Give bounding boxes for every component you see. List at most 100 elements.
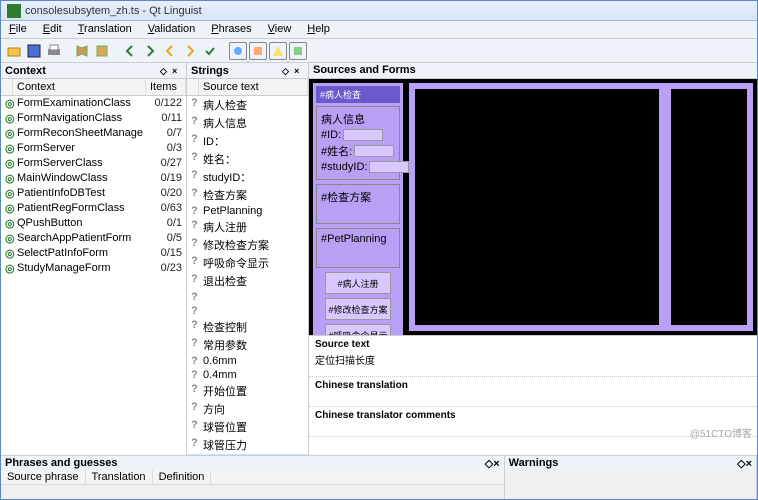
status-icon: ? bbox=[191, 205, 203, 217]
string-text: studyID： bbox=[203, 169, 304, 185]
warnings-title: Warnings bbox=[509, 457, 559, 469]
col-translation[interactable]: Translation bbox=[86, 470, 153, 484]
context-col-name[interactable]: Context bbox=[13, 79, 146, 95]
menu-phrases[interactable]: Phrases bbox=[207, 22, 255, 37]
string-row[interactable]: ?姓名： bbox=[187, 150, 308, 168]
undock-icon[interactable]: ◇ bbox=[160, 66, 170, 76]
status-icon: ◎ bbox=[5, 97, 17, 110]
input-name[interactable] bbox=[354, 145, 394, 157]
strings-list[interactable]: ?病人检查?病人信息?ID：?姓名：?studyID：?检查方案?PetPlan… bbox=[187, 96, 308, 455]
string-row[interactable]: ?修改检查方案 bbox=[187, 236, 308, 254]
string-row[interactable]: ?退出检查 bbox=[187, 272, 308, 290]
string-row[interactable]: ? bbox=[187, 290, 308, 304]
string-row[interactable]: ?studyID： bbox=[187, 168, 308, 186]
next-yellow-icon[interactable] bbox=[181, 42, 199, 60]
menu-file[interactable]: File bbox=[5, 22, 31, 37]
context-row[interactable]: ◎FormNavigationClass0/11 bbox=[1, 111, 186, 126]
col-source-phrase[interactable]: Source phrase bbox=[1, 470, 86, 484]
context-row[interactable]: ◎SelectPatInfoForm0/15 bbox=[1, 246, 186, 261]
status-icon: ? bbox=[191, 291, 203, 303]
context-row[interactable]: ◎SearchAppPatientForm0/5 bbox=[1, 231, 186, 246]
undock-icon[interactable]: ◇ bbox=[485, 458, 493, 470]
string-row[interactable]: ?病人信息 bbox=[187, 114, 308, 132]
form-preview-main bbox=[409, 83, 753, 331]
context-col-items[interactable]: Items bbox=[146, 79, 186, 95]
string-row[interactable]: ?方向 bbox=[187, 400, 308, 418]
context-row[interactable]: ◎FormReconSheetManage0/7 bbox=[1, 126, 186, 141]
status-icon: ? bbox=[191, 237, 203, 253]
translator-comments-value[interactable] bbox=[315, 421, 751, 433]
string-text: 病人信息 bbox=[203, 115, 304, 131]
string-row[interactable]: ?病人检查 bbox=[187, 96, 308, 114]
string-row[interactable]: ?ID： bbox=[187, 132, 308, 150]
menu-validation[interactable]: Validation bbox=[144, 22, 200, 37]
book2-icon[interactable] bbox=[93, 42, 111, 60]
context-row[interactable]: ◎FormServerClass0/27 bbox=[1, 156, 186, 171]
context-count: 0/7 bbox=[144, 127, 182, 140]
source-text-value: 定位扫描长度 bbox=[315, 350, 751, 373]
input-studyid[interactable] bbox=[369, 161, 409, 173]
btn-modify-plan[interactable]: #修改检查方案 bbox=[325, 298, 391, 320]
strings-col-source[interactable]: Source text bbox=[199, 79, 308, 95]
context-row[interactable]: ◎PatientRegFormClass0/63 bbox=[1, 201, 186, 216]
print-icon[interactable] bbox=[45, 42, 63, 60]
status-icon: ? bbox=[191, 337, 203, 353]
string-row[interactable]: ?PetPlanning bbox=[187, 204, 308, 218]
string-row[interactable]: ?检查控制 bbox=[187, 318, 308, 336]
prev-yellow-icon[interactable] bbox=[161, 42, 179, 60]
close-icon[interactable]: × bbox=[746, 458, 752, 470]
open-icon[interactable] bbox=[5, 42, 23, 60]
context-list[interactable]: ◎FormExaminationClass0/122◎FormNavigatio… bbox=[1, 96, 186, 455]
string-row[interactable]: ?0.4mm bbox=[187, 368, 308, 382]
status-icon: ? bbox=[191, 187, 203, 203]
validate-4-icon[interactable] bbox=[289, 42, 307, 60]
menu-translation[interactable]: Translation bbox=[74, 22, 136, 37]
btn-breath-cmd[interactable]: #呼吸命令显示 bbox=[325, 324, 391, 335]
string-row[interactable]: ?检查方案 bbox=[187, 186, 308, 204]
string-row[interactable]: ?呼吸命令显示 bbox=[187, 254, 308, 272]
book-icon[interactable] bbox=[73, 42, 91, 60]
string-row[interactable]: ?球管压力 bbox=[187, 436, 308, 454]
group-petplanning: #PetPlanning bbox=[321, 233, 386, 245]
validate-1-icon[interactable] bbox=[229, 42, 247, 60]
chinese-translation-value[interactable] bbox=[315, 391, 751, 403]
undock-icon[interactable]: ◇ bbox=[282, 66, 292, 76]
menu-view[interactable]: View bbox=[264, 22, 296, 37]
close-icon[interactable]: × bbox=[172, 66, 182, 76]
string-row[interactable]: ?开始位置 bbox=[187, 382, 308, 400]
context-row[interactable]: ◎QPushButton0/1 bbox=[1, 216, 186, 231]
status-icon: ? bbox=[191, 355, 203, 367]
btn-patient-reg[interactable]: #病人注册 bbox=[325, 272, 391, 294]
context-row[interactable]: ◎MainWindowClass0/19 bbox=[1, 171, 186, 186]
context-row[interactable]: ◎PatientInfoDBTest0/20 bbox=[1, 186, 186, 201]
undock-icon[interactable]: ◇ bbox=[737, 458, 745, 470]
context-name: StudyManageForm bbox=[17, 262, 144, 275]
string-row[interactable]: ? bbox=[187, 304, 308, 318]
close-icon[interactable]: × bbox=[294, 66, 304, 76]
prev-green-icon[interactable] bbox=[121, 42, 139, 60]
validate-3-icon[interactable] bbox=[269, 42, 287, 60]
context-row[interactable]: ◎StudyManageForm0/23 bbox=[1, 261, 186, 276]
status-icon: ◎ bbox=[5, 187, 17, 200]
save-icon[interactable] bbox=[25, 42, 43, 60]
string-row[interactable]: ?常用参数 bbox=[187, 336, 308, 354]
context-count: 0/27 bbox=[144, 157, 182, 170]
next-green-icon[interactable] bbox=[141, 42, 159, 60]
status-icon: ? bbox=[191, 115, 203, 131]
menu-edit[interactable]: Edit bbox=[39, 22, 66, 37]
context-panel-title: Context bbox=[5, 65, 46, 77]
string-row[interactable]: ?球管位置 bbox=[187, 418, 308, 436]
menu-help[interactable]: Help bbox=[303, 22, 334, 37]
string-text: 球管压力 bbox=[203, 437, 304, 453]
string-row[interactable]: ?病人注册 bbox=[187, 218, 308, 236]
done-next-icon[interactable] bbox=[201, 42, 219, 60]
close-icon[interactable]: × bbox=[493, 458, 499, 470]
context-row[interactable]: ◎FormServer0/3 bbox=[1, 141, 186, 156]
string-row[interactable]: ?0.6mm bbox=[187, 354, 308, 368]
col-definition[interactable]: Definition bbox=[153, 470, 212, 484]
context-row[interactable]: ◎FormExaminationClass0/122 bbox=[1, 96, 186, 111]
status-icon: ◎ bbox=[5, 172, 17, 185]
input-id[interactable] bbox=[343, 129, 383, 141]
validate-2-icon[interactable] bbox=[249, 42, 267, 60]
status-icon: ◎ bbox=[5, 157, 17, 170]
